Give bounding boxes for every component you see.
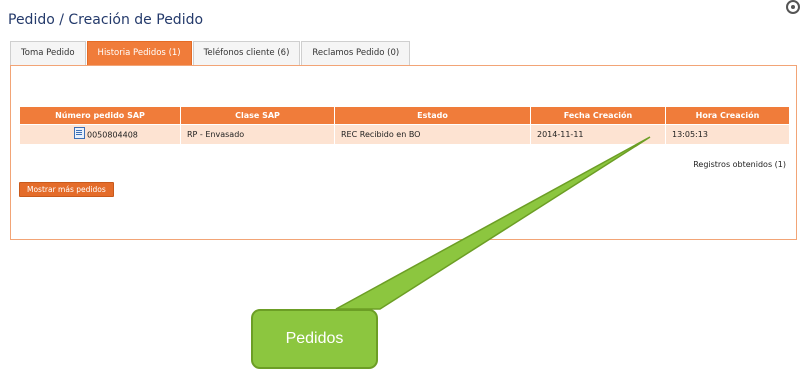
callout-box: Pedidos (251, 309, 378, 369)
callout-arrow (335, 136, 651, 310)
callout-pointer (335, 136, 651, 310)
